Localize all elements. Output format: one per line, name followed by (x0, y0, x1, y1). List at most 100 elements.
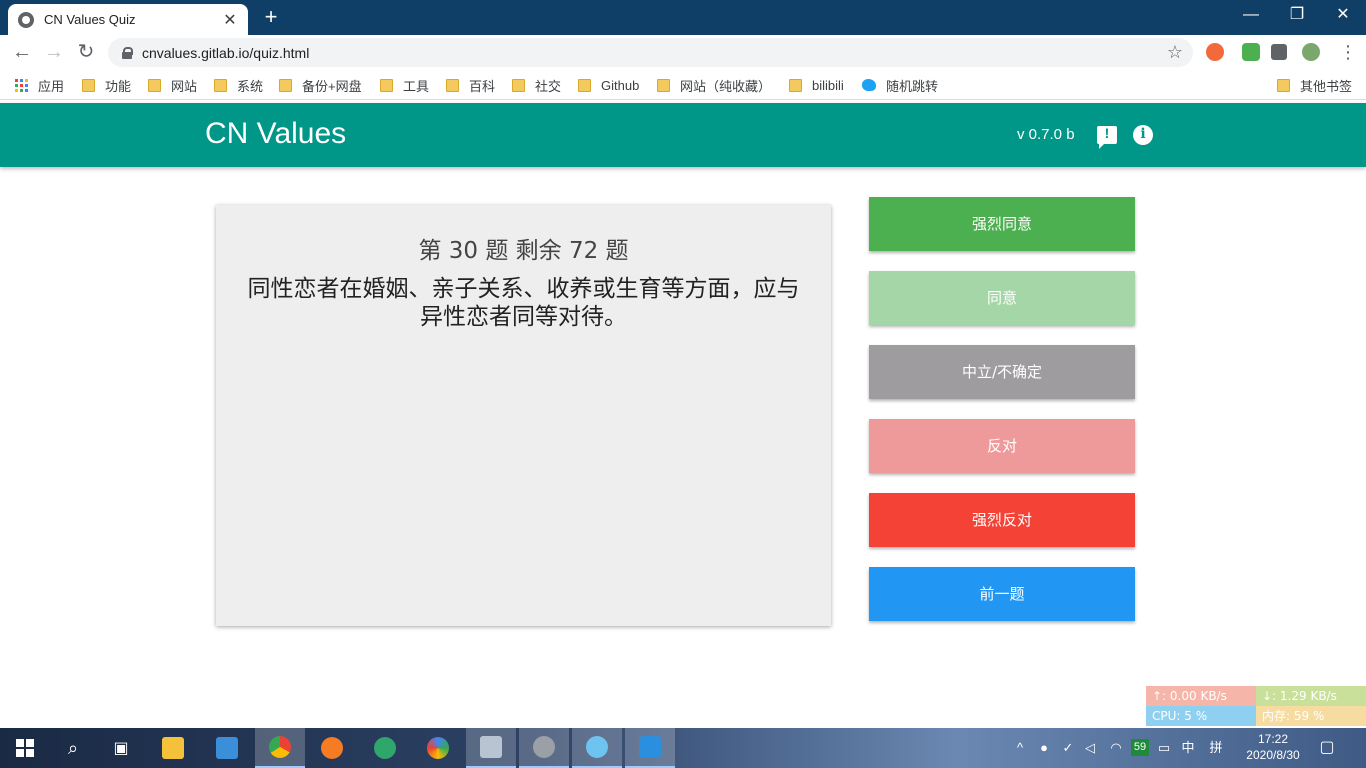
app-title[interactable]: CN Values (205, 117, 346, 151)
app-taskbar-icon[interactable] (466, 728, 516, 768)
bookmark-folder[interactable]: 工具 (380, 76, 429, 94)
back-icon[interactable]: ← (10, 40, 34, 64)
edge-dev-icon[interactable] (360, 728, 410, 768)
bookmark-star-icon[interactable]: ☆ (1167, 42, 1183, 63)
strongly-agree-button[interactable]: 强烈同意 (869, 197, 1135, 251)
bookmark-label: 随机跳转 (886, 78, 939, 94)
file-explorer-icon[interactable] (148, 728, 198, 768)
download-speed: ↓: 1.29 KB/s (1256, 686, 1366, 706)
photos-icon[interactable] (413, 728, 463, 768)
taskbar-clock[interactable]: 17:22 2020/8/30 (1238, 731, 1308, 763)
menu-icon[interactable]: ⋮ (1338, 42, 1358, 62)
bookmark-folder[interactable]: bilibili (789, 76, 844, 94)
bookmark-label: Github (601, 77, 640, 93)
bookmark-folder[interactable]: 社交 (512, 76, 561, 94)
upload-speed: ↑: 0.00 KB/s (1146, 686, 1256, 706)
globe-icon (18, 11, 34, 28)
bookmark-apps[interactable]: 应用 (15, 76, 64, 94)
extension-icon[interactable] (1242, 43, 1260, 61)
bookmark-folder[interactable]: 百科 (446, 76, 495, 94)
neutral-button[interactable]: 中立/不确定 (869, 345, 1135, 399)
previous-question-button[interactable]: 前一题 (869, 567, 1135, 621)
wifi-icon[interactable]: ◠ (1106, 728, 1126, 768)
browser-tab[interactable]: CN Values Quiz ✕ (8, 4, 248, 35)
bookmark-folder[interactable]: 系统 (214, 76, 263, 94)
input-method-indicator[interactable]: 中 (1178, 728, 1198, 768)
app-taskbar-icon[interactable] (625, 728, 675, 768)
bookmark-folder[interactable]: 备份+网盘 (279, 76, 362, 94)
folder-icon (1277, 78, 1290, 92)
folder-icon (279, 78, 292, 92)
bookmark-label: 应用 (38, 78, 65, 94)
tab-close-button[interactable]: ✕ (222, 10, 238, 30)
clock-date: 2020/8/30 (1246, 748, 1300, 762)
bookmark-label: 其他书签 (1300, 78, 1353, 94)
volume-icon[interactable]: ◁ (1080, 728, 1100, 768)
tray-app-icon[interactable]: ● (1034, 728, 1054, 768)
bookmark-label: 网站（纯收藏） (680, 78, 772, 94)
twitter-bird-icon (862, 79, 876, 91)
folder-icon (446, 78, 459, 92)
bookmark-folder[interactable]: 网站 (148, 76, 197, 94)
question-counter: 第 30 题 剩余 72 题 (418, 238, 629, 264)
address-bar[interactable]: cnvalues.gitlab.io/quiz.html ☆ (108, 38, 1193, 67)
extension-icon[interactable] (1206, 43, 1224, 61)
bookmark-twitter[interactable]: 随机跳转 (862, 76, 938, 94)
start-button[interactable] (0, 728, 50, 768)
bookmark-folder[interactable]: 功能 (82, 76, 131, 94)
cpu-usage: CPU: 5 % (1146, 706, 1256, 726)
url-text[interactable]: cnvalues.gitlab.io/quiz.html (142, 45, 1167, 61)
tray-app-icon[interactable]: ▭ (1154, 728, 1174, 768)
agree-button[interactable]: 同意 (869, 271, 1135, 325)
restore-button[interactable]: ❐ (1274, 0, 1320, 30)
tray-expand-icon[interactable]: ^ (1010, 728, 1030, 768)
windows-logo-icon (16, 739, 34, 757)
tray-app-icon[interactable]: ✓ (1058, 728, 1078, 768)
bookmark-label: 社交 (535, 78, 562, 94)
version-label: v 0.7.0 b (1017, 126, 1075, 143)
strongly-disagree-button[interactable]: 强烈反对 (869, 493, 1135, 547)
bookmark-label: 工具 (403, 78, 430, 94)
bookmark-label: 功能 (105, 78, 132, 94)
search-icon[interactable]: ⌕ (48, 728, 98, 768)
app-header: CN Values v 0.7.0 b (0, 103, 1366, 167)
apps-grid-icon (15, 78, 28, 92)
folder-icon (789, 78, 802, 92)
notification-icon[interactable]: ▢ (1314, 728, 1340, 768)
chrome-taskbar-icon[interactable] (255, 728, 305, 768)
firefox-icon[interactable] (307, 728, 357, 768)
folder-icon (148, 78, 161, 92)
folder-icon (657, 78, 670, 92)
info-icon[interactable]: i (1133, 125, 1153, 145)
app-taskbar-icon[interactable] (519, 728, 569, 768)
reload-icon[interactable]: ↻ (74, 40, 98, 64)
folder-icon (214, 78, 227, 92)
folder-icon (512, 78, 525, 92)
task-view-icon[interactable]: ▣ (96, 728, 146, 768)
new-tab-button[interactable]: + (260, 6, 282, 28)
bookmark-other[interactable]: 其他书签 (1277, 76, 1352, 94)
bookmark-label: 系统 (237, 78, 264, 94)
app-taskbar-icon[interactable] (572, 728, 622, 768)
lock-icon (122, 46, 133, 59)
browser-toolbar: ← → ↻ cnvalues.gitlab.io/quiz.html ☆ ⋮ (0, 35, 1366, 70)
feedback-icon[interactable] (1097, 125, 1117, 149)
forward-icon[interactable]: → (42, 40, 66, 64)
tray-badge[interactable]: 59 (1131, 739, 1149, 756)
input-mode-indicator[interactable]: 拼 (1206, 728, 1226, 768)
folder-icon (380, 78, 393, 92)
bookmark-label: 百科 (469, 78, 496, 94)
puzzle-icon[interactable] (1271, 44, 1287, 60)
folder-icon (578, 78, 591, 92)
folder-icon (82, 78, 95, 92)
minimize-button[interactable]: — (1228, 0, 1274, 30)
avatar[interactable] (1302, 43, 1320, 61)
bookmark-folder[interactable]: Github (578, 76, 639, 94)
window-close-button[interactable]: ✕ (1320, 0, 1366, 30)
clock-time: 17:22 (1257, 732, 1289, 746)
bookmark-label: 网站 (171, 78, 198, 94)
disagree-button[interactable]: 反对 (869, 419, 1135, 473)
bookmark-folder[interactable]: 网站（纯收藏） (657, 76, 771, 94)
mail-icon[interactable] (202, 728, 252, 768)
bookmarks-bar: 应用 功能 网站 系统 备份+网盘 工具 百科 社交 Github 网站（纯收藏… (0, 70, 1366, 100)
